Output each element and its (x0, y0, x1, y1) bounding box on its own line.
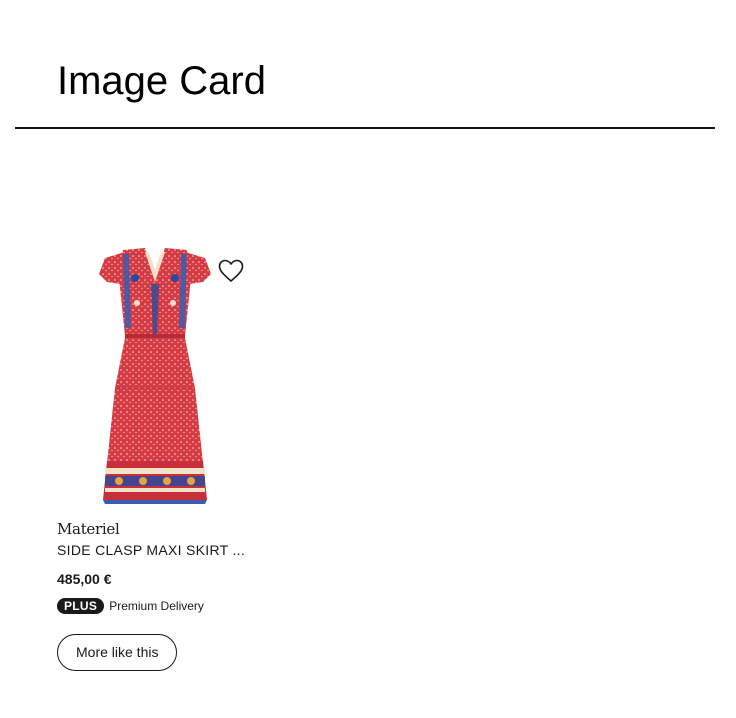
wishlist-button[interactable] (217, 258, 245, 284)
more-like-this-button[interactable]: More like this (57, 634, 178, 671)
product-image[interactable] (57, 248, 250, 508)
dress-image (99, 248, 211, 504)
title-divider (15, 127, 715, 129)
page: Image Card Materiel SIDE CLASP MAXI SKIR… (0, 0, 736, 718)
product-name[interactable]: SIDE CLASP MAXI SKIRT ... (57, 541, 257, 559)
delivery-info: PLUS Premium Delivery (57, 598, 257, 614)
heart-outline-icon (218, 259, 244, 282)
brand-name: Materiel (57, 520, 120, 538)
plus-badge: PLUS (57, 598, 105, 614)
delivery-label: Premium Delivery (109, 599, 204, 613)
page-title: Image Card (57, 59, 266, 103)
product-card[interactable]: Materiel SIDE CLASP MAXI SKIRT ... 485,0… (57, 248, 257, 671)
product-price: 485,00 € (57, 571, 112, 587)
